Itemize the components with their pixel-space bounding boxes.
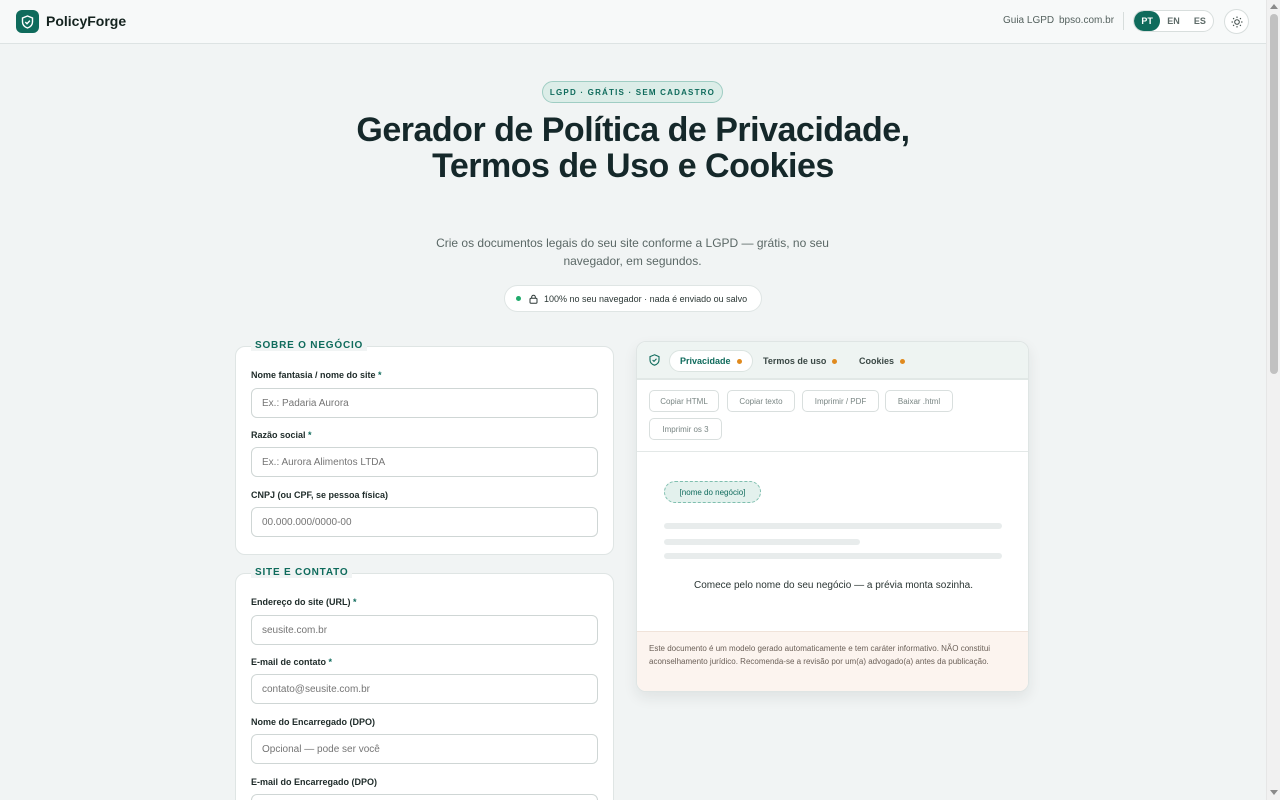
legal-name-label: Razão social * — [251, 430, 312, 440]
top-bar: PolicyForge Guia LGPD bpso.com.br PT EN … — [0, 0, 1266, 44]
shield-check-icon — [649, 353, 660, 371]
site-url-label: Endereço do site (URL) * — [251, 597, 357, 607]
skeleton-line — [664, 553, 1002, 559]
skeleton-line — [664, 523, 1002, 529]
dpo-name-label: Nome do Encarregado (DPO) — [251, 717, 376, 727]
privacy-notice-text: 100% no seu navegador · nada é enviado o… — [544, 293, 748, 304]
scroll-down-arrow-icon[interactable] — [1270, 790, 1278, 795]
status-dot-icon — [516, 296, 521, 301]
lock-icon — [529, 294, 538, 304]
privacy-notice: 100% no seu navegador · nada é enviado o… — [504, 285, 762, 312]
scroll-up-arrow-icon[interactable] — [1270, 4, 1278, 9]
tab-privacy[interactable]: Privacidade — [669, 350, 753, 372]
hero-subtitle: Crie os documentos legais do seu site co… — [436, 236, 829, 268]
pending-dot-icon — [736, 358, 742, 364]
preview-hint: Comece pelo nome do seu negócio — a prév… — [693, 580, 974, 591]
print-all-button[interactable]: Imprimir os 3 — [649, 418, 722, 440]
download-html-button[interactable]: Baixar .html — [885, 390, 953, 412]
dpo-email-input[interactable] — [251, 794, 598, 800]
lang-pt-button[interactable]: PT — [1134, 11, 1161, 31]
nav-divider — [1123, 12, 1124, 30]
pending-dot-icon — [832, 358, 838, 364]
copy-html-button[interactable]: Copiar HTML — [649, 390, 719, 412]
document-preview: Privacidade Termos de uso Cookies Copiar… — [636, 341, 1029, 692]
business-name-placeholder-chip: [nome do negócio] — [664, 481, 761, 503]
skeleton-line — [664, 539, 860, 545]
brand-name[interactable]: PolicyForge — [46, 13, 126, 29]
business-section-title: SOBRE O NEGÓCIO — [251, 340, 368, 351]
dpo-name-input[interactable] — [251, 734, 598, 764]
guide-link[interactable]: Guia LGPD — [1003, 15, 1054, 26]
contact-email-input[interactable] — [251, 674, 598, 704]
legal-disclaimer: Este documento é um modelo gerado automa… — [637, 631, 1028, 691]
cnpj-label: CNPJ (ou CPF, se pessoa física) — [251, 490, 389, 500]
cnpj-input[interactable] — [251, 507, 598, 537]
print-pdf-button[interactable]: Imprimir / PDF — [802, 390, 879, 412]
lang-en-button[interactable]: EN — [1160, 11, 1186, 31]
tab-cookies[interactable]: Cookies — [849, 350, 915, 372]
business-name-input[interactable] — [251, 388, 598, 418]
shield-logo-icon[interactable] — [16, 10, 39, 33]
scrollbar-thumb[interactable] — [1270, 14, 1278, 374]
theme-toggle-button[interactable] — [1224, 9, 1249, 34]
business-name-label: Nome fantasia / nome do site * — [251, 370, 382, 380]
preview-tabs: Privacidade Termos de uso Cookies — [637, 342, 1028, 380]
language-switcher: PT EN ES — [1133, 10, 1214, 32]
page-scrollbar[interactable] — [1266, 0, 1280, 800]
pending-dot-icon — [900, 358, 906, 364]
contact-section-title: SITE E CONTATO — [251, 567, 353, 578]
legal-name-input[interactable] — [251, 447, 598, 477]
tab-terms[interactable]: Termos de uso — [753, 350, 847, 372]
site-url-input[interactable] — [251, 615, 598, 645]
preview-toolbar: Copiar HTML Copiar texto Imprimir / PDF … — [637, 382, 1028, 452]
copy-text-button[interactable]: Copiar texto — [727, 390, 795, 412]
hero-badge: LGPD · GRÁTIS · SEM CADASTRO — [542, 81, 723, 103]
dpo-email-label: E-mail do Encarregado (DPO) — [251, 777, 378, 787]
sun-icon — [1231, 16, 1242, 27]
page-title: Gerador de Política de Privacidade, Term… — [356, 111, 910, 185]
contact-email-label: E-mail de contato * — [251, 657, 333, 667]
site-link[interactable]: bpso.com.br — [1059, 15, 1114, 26]
lang-es-button[interactable]: ES — [1187, 11, 1213, 31]
